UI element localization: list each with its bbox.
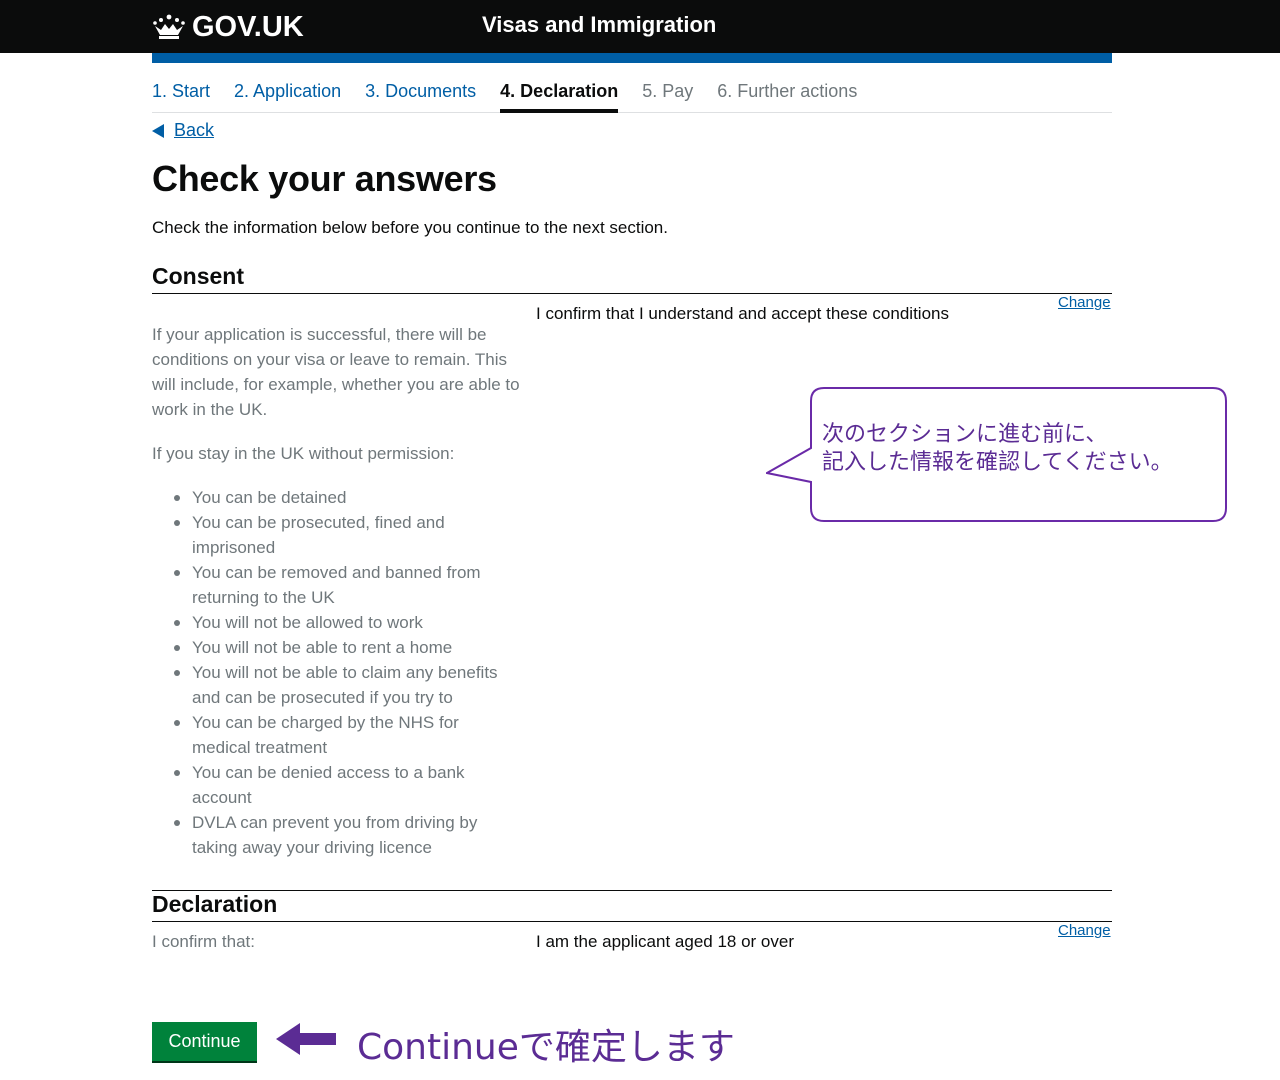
step-application[interactable]: 2. Application — [234, 79, 341, 113]
conditions-paragraph: If your application is successful, there… — [152, 325, 520, 419]
declaration-answer: I am the applicant aged 18 or over — [536, 932, 794, 951]
progress-steps: 1. Start 2. Application 3. Documents 4. … — [152, 79, 1112, 113]
list-item: You can be removed and banned from retur… — [172, 560, 522, 610]
consent-answer: I confirm that I understand and accept t… — [536, 304, 949, 323]
consent-conditions: If your application is successful, there… — [152, 322, 522, 860]
govuk-logo[interactable]: GOV.UK — [152, 10, 304, 44]
consent-divider — [152, 293, 1112, 294]
continue-button[interactable]: Continue — [152, 1022, 257, 1061]
list-item: You will not be able to rent a home — [172, 635, 522, 660]
service-name[interactable]: Visas and Immigration — [482, 12, 716, 38]
step-further-actions: 6. Further actions — [717, 81, 858, 101]
consent-change-link[interactable]: Change — [1058, 294, 1111, 311]
declaration-change-link[interactable]: Change — [1058, 922, 1111, 939]
callout-line: 記入した情報を確認してください。 — [822, 450, 1173, 475]
list-item: You can be detained — [172, 485, 522, 510]
declaration-heading: Declaration — [152, 891, 278, 917]
list-item: You will not be allowed to work — [172, 610, 522, 635]
step-documents[interactable]: 3. Documents — [365, 79, 476, 113]
list-item: You can be charged by the NHS for medica… — [172, 710, 522, 760]
declaration-divider — [152, 921, 1112, 922]
govuk-header: GOV.UK Visas and Immigration — [0, 0, 1280, 53]
consequences-list: You can be detained You can be prosecute… — [172, 485, 522, 860]
crown-icon — [153, 14, 185, 39]
callout-text: 次のセクションに進む前に、 記入した情報を確認してください。 — [822, 421, 1173, 477]
back-arrow-icon — [152, 123, 164, 138]
list-item: You can be prosecuted, fined and impriso… — [172, 510, 522, 560]
list-item: You will not be able to claim any benefi… — [172, 660, 522, 710]
step-declaration: 4. Declaration — [500, 79, 619, 113]
declaration-label: I confirm that: — [152, 932, 255, 951]
back-link-label[interactable]: Back — [174, 120, 214, 141]
header-blue-bar — [152, 53, 1112, 63]
left-arrow-icon — [276, 1023, 336, 1055]
declaration-top-divider — [152, 890, 1112, 891]
intro-text: Check the information below before you c… — [152, 218, 668, 237]
step-pay: 5. Pay — [642, 81, 694, 101]
list-item: DVLA can prevent you from driving by tak… — [172, 810, 522, 860]
logo-text: GOV.UK — [192, 10, 304, 43]
consent-heading: Consent — [152, 263, 244, 289]
permission-paragraph: If you stay in the UK without permission… — [152, 444, 455, 463]
page-title: Check your answers — [152, 158, 497, 199]
continue-annotation: Continueで確定します — [357, 1027, 735, 1068]
back-link[interactable]: Back — [152, 120, 214, 141]
callout-line: 次のセクションに進む前に、 — [822, 422, 1108, 447]
step-start[interactable]: 1. Start — [152, 79, 210, 113]
list-item: You can be denied access to a bank accou… — [172, 760, 522, 810]
